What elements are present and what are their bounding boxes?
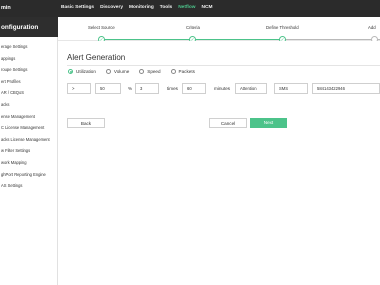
step-select-source-label: Select Source: [88, 25, 115, 30]
radio-speed-label: Speed: [147, 69, 161, 74]
times-label: times: [167, 86, 178, 91]
sidebar-item-license-management[interactable]: ense Management: [0, 111, 58, 123]
nav-discovery[interactable]: Discovery: [100, 5, 123, 10]
severity-select[interactable]: Attention: [235, 83, 267, 94]
sidebar-item-reporting-engine[interactable]: ghPort Reporting Engine: [0, 169, 58, 181]
radio-unselected-icon[interactable]: [170, 69, 176, 74]
nav-monitoring[interactable]: Monitoring: [129, 5, 154, 10]
title-divider: [67, 65, 380, 66]
radio-utilization[interactable]: Utilization: [68, 69, 96, 74]
sidebar-list: erage Settings appings roupe Settings er…: [0, 41, 58, 192]
action-select[interactable]: SMS: [274, 83, 308, 94]
alert-generation-title: Alert Generation: [67, 53, 126, 62]
sidebar-item-racks-license-management[interactable]: acks License Management: [0, 134, 58, 146]
times-input[interactable]: 3: [135, 83, 159, 94]
sidebar-item-ipsla-license-management[interactable]: C License Management: [0, 122, 58, 134]
radio-speed[interactable]: Speed: [139, 69, 161, 74]
cancel-button[interactable]: Cancel: [209, 118, 247, 128]
operator-select[interactable]: >: [67, 83, 91, 94]
sidebar-item-as-settings[interactable]: AS Settings: [0, 180, 58, 192]
top-navigation-bar: min Basic Settings Discovery Monitoring …: [0, 0, 380, 17]
sidebar-item-mappings[interactable]: appings: [0, 53, 58, 65]
next-button[interactable]: Next: [250, 118, 287, 128]
sidebar-item-nbar-cbqos[interactable]: AR / CBQoS: [0, 87, 58, 99]
metric-radio-group: Utilization Volume Speed Packets: [68, 69, 195, 74]
sidebar-item-flow-filter-settings[interactable]: w Filter Settings: [0, 145, 58, 157]
nav-tools[interactable]: Tools: [160, 5, 172, 10]
phone-number-input[interactable]: 584143422946: [312, 83, 380, 94]
app-title: min: [1, 5, 11, 11]
sidebar-title: onfiguration: [1, 24, 39, 31]
step-define-threshold-label: Define Threshold: [266, 25, 299, 30]
main-nav: Basic Settings Discovery Monitoring Tool…: [61, 5, 212, 10]
back-button[interactable]: Back: [67, 118, 105, 128]
sidebar: onfiguration erage Settings appings roup…: [0, 17, 58, 285]
sidebar-item-racks[interactable]: acks: [0, 99, 58, 111]
percent-input[interactable]: 50: [95, 83, 121, 94]
radio-unselected-icon[interactable]: [139, 69, 145, 74]
minutes-input[interactable]: 60: [182, 83, 206, 94]
step-criteria-label: Criteria: [186, 25, 200, 30]
radio-packets-label: Packets: [178, 69, 195, 74]
wizard-stepper: Select Source ✓ Criteria ✓ Define Thresh…: [58, 17, 380, 43]
sidebar-header: onfiguration: [0, 17, 58, 37]
radio-volume-label: Volume: [113, 69, 130, 74]
radio-unselected-icon[interactable]: [105, 69, 111, 74]
nav-basic-settings[interactable]: Basic Settings: [61, 5, 94, 10]
main-panel: Alert Generation Utilization Volume Spee…: [58, 41, 380, 285]
nav-ncm[interactable]: NCM: [202, 5, 213, 10]
radio-selected-icon[interactable]: [68, 69, 73, 74]
nav-netflow[interactable]: Netflow: [178, 5, 195, 10]
sidebar-item-alert-profiles[interactable]: ert Profiles: [0, 76, 58, 88]
percent-sign: %: [128, 86, 133, 91]
sidebar-item-network-mapping[interactable]: work Mapping: [0, 157, 58, 169]
radio-utilization-label: Utilization: [76, 69, 96, 74]
sidebar-item-storage-settings[interactable]: erage Settings: [0, 41, 58, 53]
minutes-label: minutes: [214, 86, 231, 91]
sidebar-item-group-settings[interactable]: roupe Settings: [0, 64, 58, 76]
step-add-label: Add: [368, 25, 376, 30]
radio-packets[interactable]: Packets: [170, 69, 195, 74]
radio-volume[interactable]: Volume: [105, 69, 130, 74]
